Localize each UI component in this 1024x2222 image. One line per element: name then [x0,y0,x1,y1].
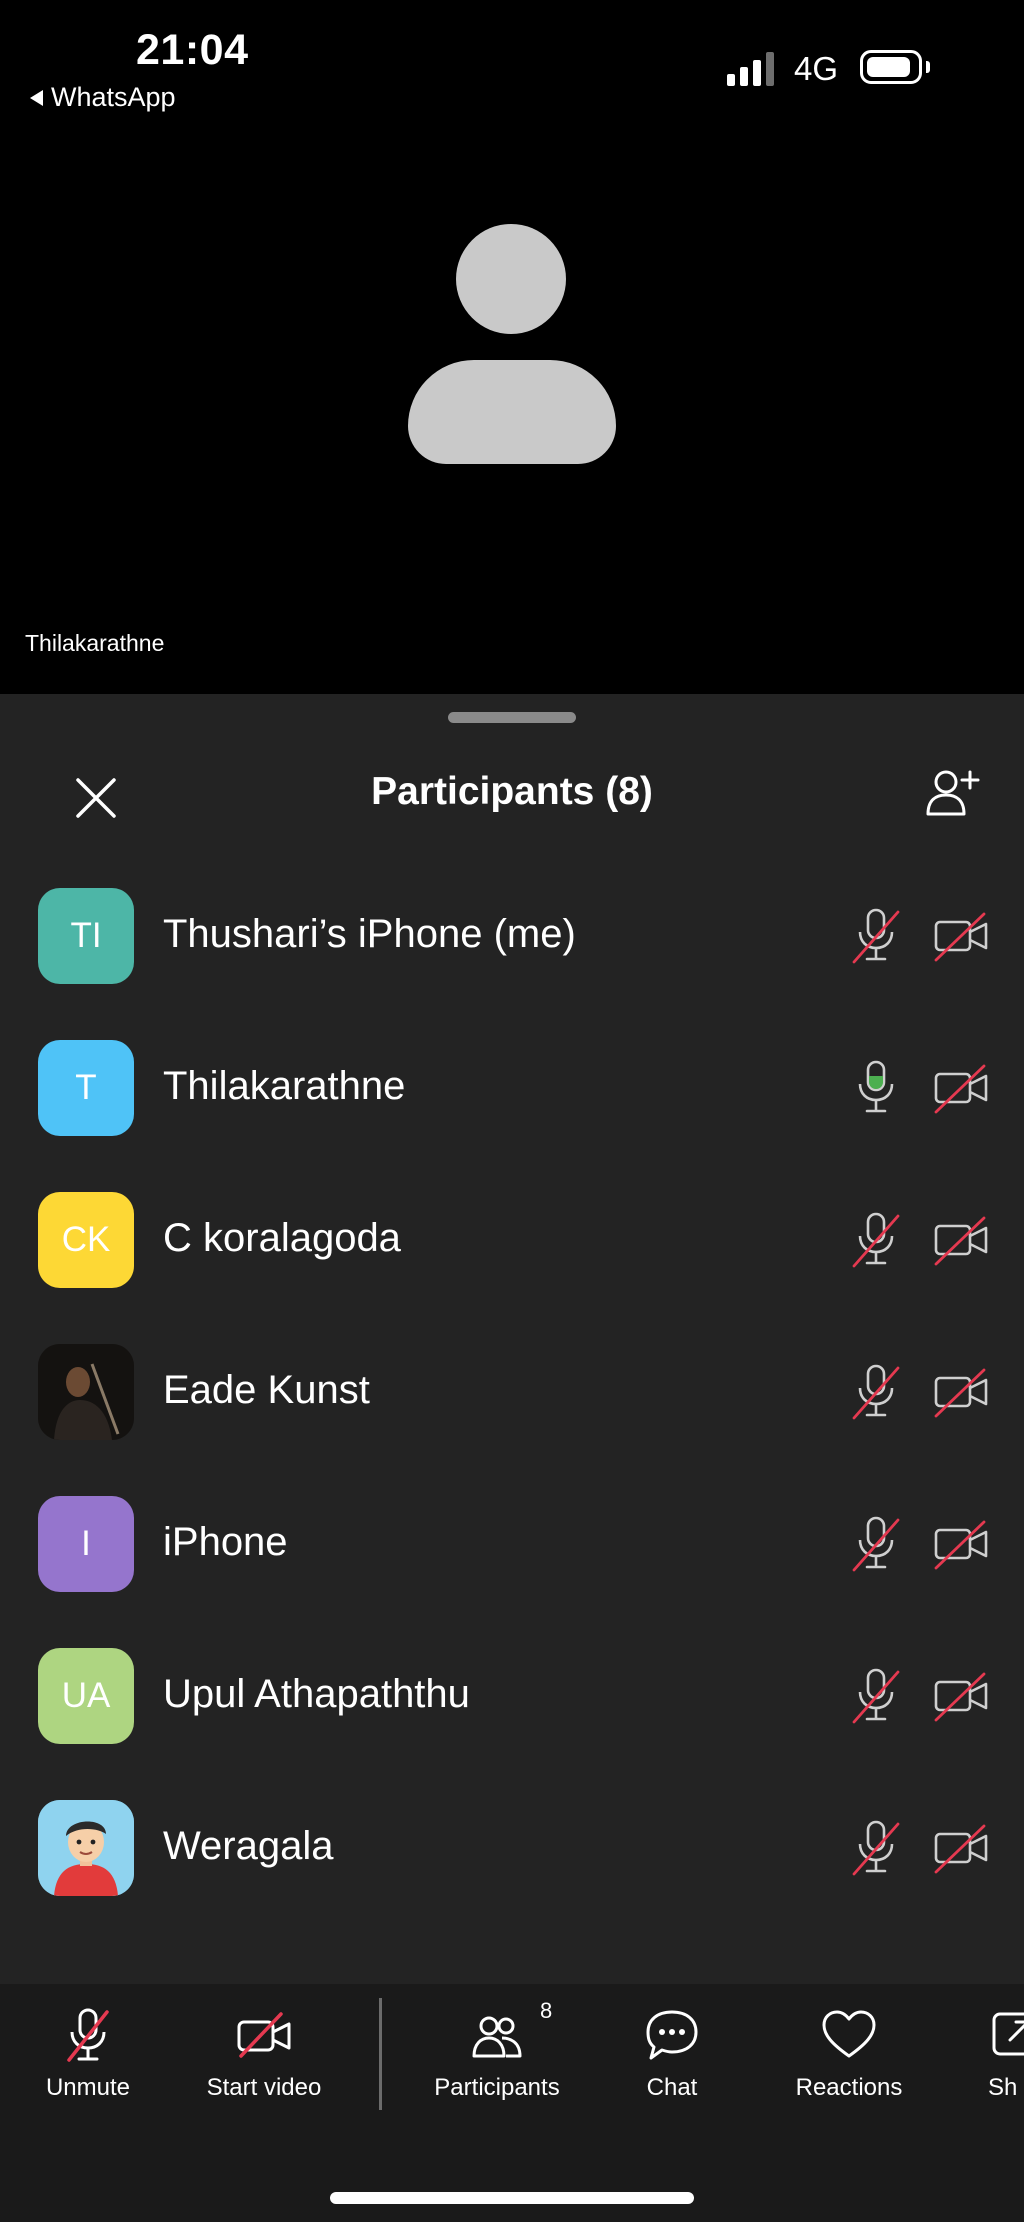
unmute-button[interactable]: Unmute [28,2006,148,2116]
mic-muted-icon[interactable] [846,1210,906,1270]
battery-cap [926,61,930,73]
participants-icon [472,2016,522,2058]
participant-row[interactable]: IiPhone [0,1496,1024,1648]
participant-row[interactable]: Weragala [0,1800,1024,1952]
default-avatar-head [456,224,566,334]
participants-count-badge: 8 [540,1998,553,2023]
participant-initials-avatar: UA [38,1648,134,1744]
toolbar-divider [379,1998,382,2110]
participant-row[interactable]: Eade Kunst [0,1344,1024,1496]
chat-button[interactable]: Chat [622,2006,722,2116]
speaker-name: Thilakarathne [25,630,165,656]
back-app-label: WhatsApp [51,82,176,112]
meeting-toolbar: Unmute Start video Participants 8 Chat R… [0,1984,1024,2222]
video-off-icon[interactable] [932,906,992,966]
video-off-icon[interactable] [932,1210,992,1270]
home-indicator[interactable] [330,2192,694,2204]
participant-initials-avatar: TI [38,888,134,984]
participant-list: TI Thushari’s iPhone (me) T Thilakarathne CK… [0,888,1024,1952]
mic-muted-icon[interactable] [846,906,906,966]
video-off-icon[interactable] [932,1818,992,1878]
participant-name: Eade Kunst [163,1368,370,1412]
participant-initials-avatar: T [38,1040,134,1136]
cellular-signal-icon [727,52,774,86]
clock: 21:04 [136,26,249,74]
participant-name: Upul Athapaththu [163,1672,470,1716]
reactions-label: Reactions [795,2074,903,2101]
mic-muted-icon[interactable] [846,1818,906,1878]
participant-row[interactable]: T Thilakarathne [0,1040,1024,1192]
participant-initials-avatar: CK [38,1192,134,1288]
participant-name: Weragala [163,1824,334,1868]
start-video-button[interactable]: Start video [196,2006,332,2116]
chat-icon [646,2010,698,2060]
participant-photo-avatar [38,1800,134,1896]
participant-photo-avatar [38,1344,134,1440]
chat-label: Chat [646,2074,698,2101]
participants-label: Participants [434,2074,560,2101]
mic-muted-icon[interactable] [846,1514,906,1574]
unmute-label: Unmute [45,2074,131,2101]
status-bar: 21:04 WhatsApp 4G [0,0,1024,120]
participant-name: Thilakarathne [163,1064,406,1108]
share-icon [992,2012,1024,2056]
default-avatar-body [408,360,616,464]
muted-mic-icon [67,2008,109,2062]
add-participant-icon[interactable] [922,764,982,824]
video-off-icon[interactable] [932,1058,992,1118]
heart-icon [822,2010,876,2058]
video-off-icon[interactable] [932,1362,992,1422]
video-off-icon[interactable] [932,1666,992,1726]
drag-handle[interactable] [448,712,576,723]
share-button[interactable]: Sh [988,2006,1024,2116]
video-off-icon[interactable] [932,1514,992,1574]
mic-on-icon[interactable] [846,1058,906,1118]
mic-muted-icon[interactable] [846,1362,906,1422]
participant-name: iPhone [163,1520,288,1564]
participant-name: Thushari’s iPhone (me) [163,912,576,956]
back-arrow-icon [30,89,43,106]
mic-muted-icon[interactable] [846,1666,906,1726]
participant-name: C koralagoda [163,1216,401,1260]
video-off-icon [237,2012,291,2058]
battery-icon [860,50,922,84]
back-to-app-link[interactable]: WhatsApp [30,82,176,113]
participants-sheet: Participants (8) TI Thushari’s iPhone (me… [0,694,1024,1984]
reactions-button[interactable]: Reactions [782,2006,916,2116]
participant-row[interactable]: CK C koralagoda [0,1192,1024,1344]
participant-row[interactable]: UA Upul Athapaththu [0,1648,1024,1800]
share-label: Sh [988,2074,1018,2101]
participant-initials-avatar: I [38,1496,134,1592]
participant-row[interactable]: TI Thushari’s iPhone (me) [0,888,1024,1040]
start-video-label: Start video [206,2074,322,2101]
panel-title: Participants (8) [371,770,653,813]
network-type: 4G [794,50,839,87]
